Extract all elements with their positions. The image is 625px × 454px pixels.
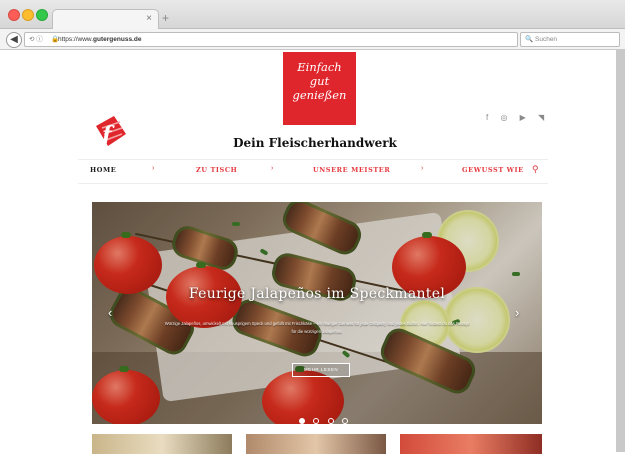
logo-line-1: Einfach bbox=[297, 60, 342, 74]
social-icons[interactable]: f ◎ ▶ ◥ bbox=[486, 113, 549, 122]
close-tab-icon[interactable]: × bbox=[146, 13, 152, 24]
search-icon: 🔍 bbox=[525, 36, 534, 43]
fleischer-f-logo-icon[interactable]: f bbox=[92, 112, 128, 156]
web-page: Einfach gut genießen f f ◎ ▶ ◥ Dein Flei… bbox=[0, 50, 625, 454]
read-more-button[interactable]: MEHR LESEN bbox=[292, 363, 350, 377]
search-placeholder: Suchen bbox=[535, 36, 558, 43]
slide-title: Feurige Jalapeños im Speckmantel bbox=[188, 286, 446, 302]
browser-titlebar: × + bbox=[0, 0, 625, 30]
nav-item-zu-tisch[interactable]: ZU TISCH bbox=[196, 166, 237, 174]
slider-dot[interactable] bbox=[327, 418, 334, 424]
slider-dots bbox=[299, 411, 352, 424]
url-text: https://www.gutergenuss.de bbox=[58, 33, 141, 46]
slider-next-arrow-icon[interactable]: › bbox=[515, 305, 519, 320]
site-search-icon[interactable]: ⚲ bbox=[532, 164, 539, 175]
url-domain: gutergenuss.de bbox=[93, 36, 142, 43]
hero-slider[interactable]: Feurige Jalapeños im Speckmantel Würzige… bbox=[92, 202, 542, 424]
brand-logo[interactable]: Einfach gut genießen bbox=[283, 52, 356, 125]
slider-dot[interactable] bbox=[342, 418, 349, 424]
url-prefix: https://www. bbox=[58, 36, 94, 43]
slide-text: Würzige Jalapeños, umwickelt mit knuspri… bbox=[164, 321, 470, 334]
window-scroll-edge bbox=[616, 50, 625, 452]
teaser-image[interactable] bbox=[400, 434, 542, 454]
slide-overlay bbox=[92, 202, 542, 424]
maximize-window-button[interactable] bbox=[36, 9, 48, 21]
logo-line-2: gut bbox=[309, 74, 330, 88]
back-button[interactable]: ◀ bbox=[6, 32, 22, 48]
nav-item-unsere-meister[interactable]: UNSERE MEISTER bbox=[313, 166, 390, 174]
nav-separator: › bbox=[152, 165, 155, 172]
slider-prev-arrow-icon[interactable]: ‹ bbox=[108, 305, 112, 320]
minimize-window-button[interactable] bbox=[22, 9, 34, 21]
menu-divider-bottom bbox=[78, 183, 548, 184]
teaser-image[interactable] bbox=[246, 434, 386, 454]
nav-item-gewusst-wie[interactable]: GEWUSST WIE bbox=[462, 166, 524, 174]
teaser-image[interactable] bbox=[92, 434, 232, 454]
search-field[interactable]: 🔍 Suchen bbox=[520, 32, 620, 47]
site-tagline: Dein Fleischerhandwerk bbox=[233, 136, 397, 150]
close-window-button[interactable] bbox=[8, 9, 20, 21]
nav-separator: › bbox=[271, 165, 274, 172]
slider-dot[interactable] bbox=[299, 418, 305, 424]
logo-line-3: genießen bbox=[292, 88, 347, 102]
browser-toolbar: ◀ ⟲ ⓘ 🔒 https://www.gutergenuss.de ↻ 🔍 S… bbox=[0, 29, 625, 50]
nav-item-home[interactable]: HOME bbox=[90, 166, 116, 174]
address-bar[interactable]: ⟲ ⓘ 🔒 https://www.gutergenuss.de ↻ bbox=[24, 32, 538, 47]
site-info-icon[interactable]: ⟲ ⓘ bbox=[29, 33, 43, 46]
slider-dot[interactable] bbox=[313, 418, 320, 424]
browser-tab[interactable]: × bbox=[52, 9, 159, 30]
menu-divider-top bbox=[78, 159, 548, 160]
nav-separator: › bbox=[421, 165, 424, 172]
new-tab-button[interactable]: + bbox=[162, 11, 169, 25]
